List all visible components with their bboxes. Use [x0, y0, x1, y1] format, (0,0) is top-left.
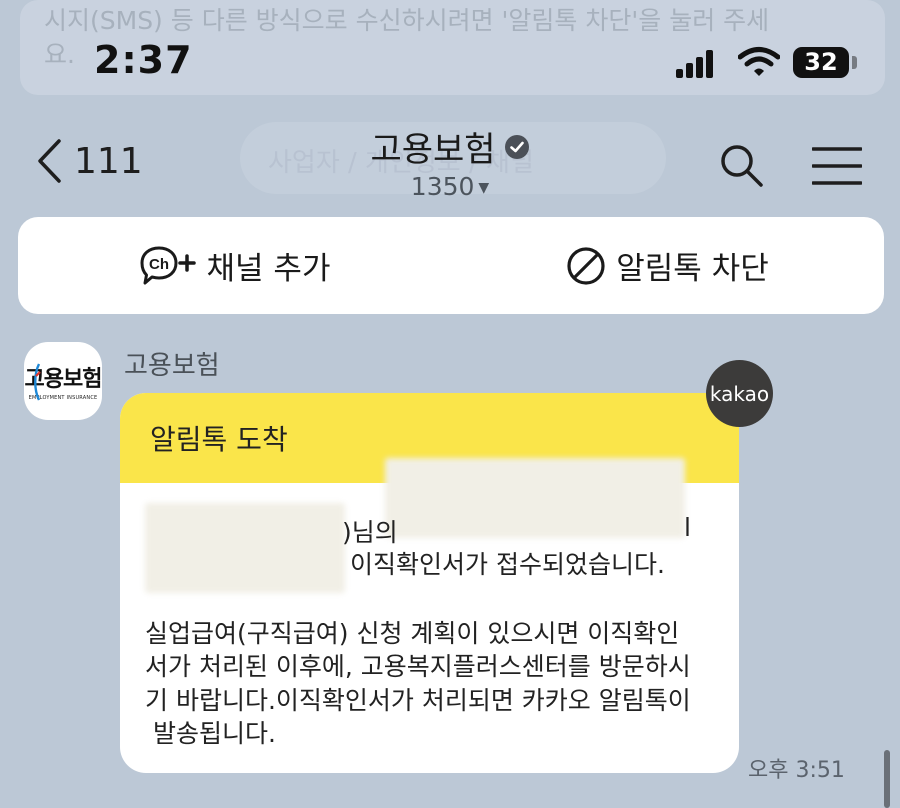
kakao-badge: kakao [706, 360, 773, 427]
scrollbar[interactable] [884, 750, 890, 808]
title-area[interactable]: 고용보험 [0, 122, 900, 171]
status-bar: 2:37 32 [0, 30, 900, 90]
redacted-name [145, 503, 345, 593]
message-line-1-end: l [684, 513, 691, 542]
cellular-signal-icon [676, 50, 713, 78]
message-paragraph-line: 서가 처리된 이후에, 고용복지플러스센터를 방문하시 [145, 652, 691, 681]
message-line-2: 이직확인서가 접수되었습니다. [350, 550, 665, 579]
chat-header: 사업자 / 개인정보 / 채널 111 고용보험 1350 ▼ [0, 112, 900, 212]
battery-icon: 32 [793, 47, 849, 78]
redacted-text [385, 458, 685, 538]
wifi-icon [738, 47, 780, 76]
add-channel-button[interactable]: Ch 채널 추가 [18, 217, 451, 314]
channel-title: 고용보험 [370, 130, 496, 170]
channel-add-icon: Ch [140, 246, 196, 284]
message-bubble[interactable]: 알림톡 도착 )님의 l 이직확인서가 접수되었습니다. 실업급여(구직급여) … [120, 393, 739, 773]
block-icon [567, 246, 605, 285]
block-label: 알림톡 차단 [616, 251, 769, 287]
bubble-header-title: 알림톡 도착 [150, 423, 288, 456]
menu-icon[interactable] [812, 146, 862, 186]
avatar-logo-mark-icon [34, 363, 41, 401]
add-channel-label: 채널 추가 [206, 251, 331, 287]
message-line-1-fragment: )님의 [342, 518, 398, 547]
message-paragraph-line: 실업급여(구직급여) 신청 계획이 있으시면 이직확인 [145, 619, 680, 648]
status-time: 2:37 [94, 38, 193, 82]
svg-text:Ch: Ch [149, 256, 169, 273]
block-alimtalk-button[interactable]: 알림톡 차단 [451, 217, 884, 314]
message-paragraph-line: 기 바랍니다.이직확인서가 처리되면 카카오 알림톡이 [145, 686, 691, 715]
channel-avatar[interactable]: 고용보험 EMPLOYMENT INSURANCE [24, 342, 102, 420]
verified-badge-icon [504, 134, 529, 159]
subtitle-number: 1350 [410, 172, 475, 201]
channel-action-bar: Ch 채널 추가 알림톡 차단 [18, 217, 884, 314]
search-icon[interactable] [718, 142, 764, 188]
channel-subtitle[interactable]: 1350 ▼ [0, 172, 900, 201]
caret-down-icon: ▼ [478, 180, 490, 196]
message-timestamp: 오후 3:51 [748, 758, 845, 783]
message-paragraph-line: 발송됩니다. [145, 719, 276, 748]
battery-tip [852, 56, 857, 69]
sender-name: 고용보험 [124, 351, 220, 381]
